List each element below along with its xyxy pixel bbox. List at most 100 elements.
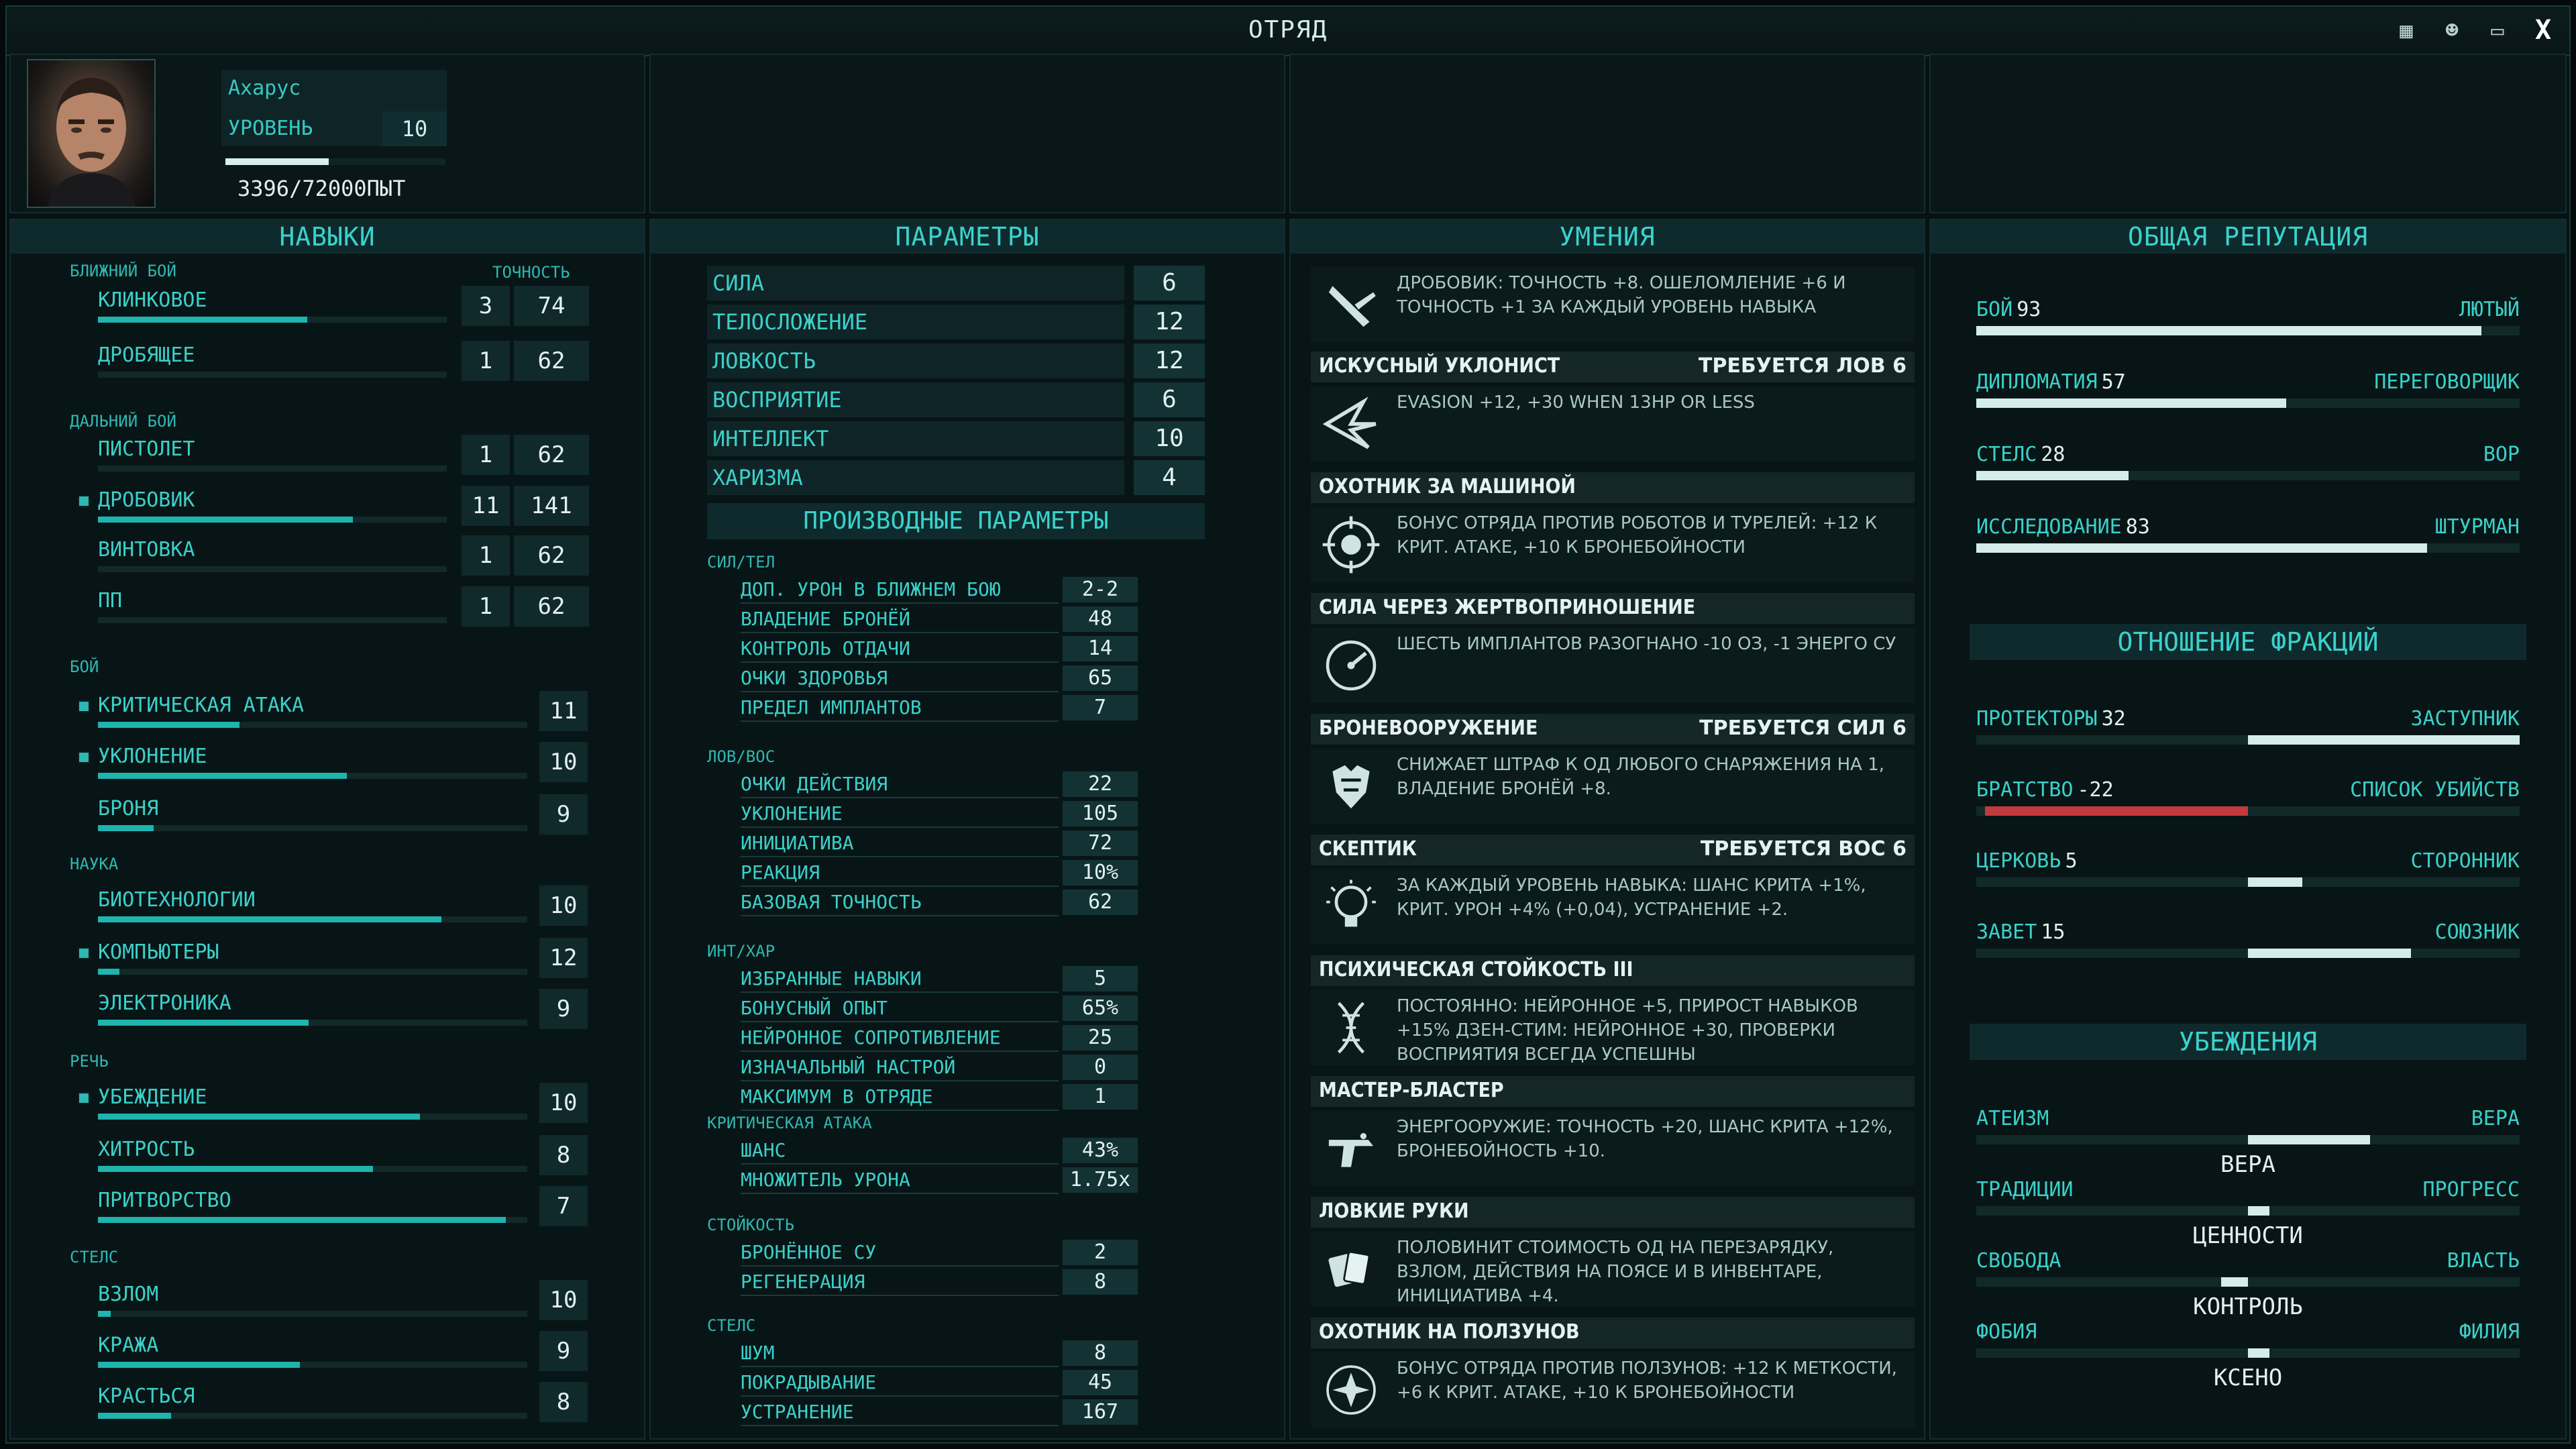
derived-value: 8 <box>1063 1340 1138 1366</box>
derived-row[interactable]: ВЛАДЕНИЕ БРОНЁЙ 48 <box>741 606 1138 633</box>
reputation-rank: ПЕРЕГОВОРЩИК <box>2374 370 2520 394</box>
ability-body: ШЕСТЬ ИМПЛАНТОВ РАЗОГНАНО -10 ОЗ, -1 ЭНЕ… <box>1311 628 1915 703</box>
faction-row[interactable]: ЗАВЕТ 15 СОЮЗНИК <box>1976 920 2520 961</box>
skill-progress-bar <box>98 372 447 378</box>
monitor-icon[interactable]: ▭ <box>2483 16 2512 44</box>
empty-slot-3[interactable] <box>1289 54 1925 213</box>
faction-row[interactable]: ЦЕРКОВЬ 5 СТОРОННИК <box>1976 849 2520 890</box>
skill-row[interactable]: КРАСТЬСЯ 8 <box>11 1382 644 1429</box>
belief-center: ЦЕННОСТИ <box>2193 1222 2303 1249</box>
skill-row[interactable]: ПИСТОЛЕТ 1 62 <box>11 435 644 482</box>
reputation-row[interactable]: СТЕЛС 28 ВОР <box>1976 443 2520 483</box>
empty-slot-2[interactable] <box>649 54 1285 213</box>
skill-name: КРАСТЬСЯ <box>98 1385 195 1408</box>
ability-card[interactable]: БРОНЕВООРУЖЕНИЕ ТРЕБУЕТСЯ СИЛ 6 СНИЖАЕТ ШТ… <box>1311 714 1915 828</box>
skill-row[interactable]: ВЗЛОМ 10 <box>11 1280 644 1327</box>
param-row[interactable]: ЛОВКОСТЬ 12 <box>707 343 1205 378</box>
derived-row[interactable]: РЕАКЦИЯ 10% <box>741 860 1138 887</box>
skill-row[interactable]: ДРОБОВИК 11 141 <box>11 486 644 533</box>
reputation-row[interactable]: БОЙ 93 ЛЮТЫЙ <box>1976 298 2520 338</box>
belief-bar <box>1976 1135 2520 1144</box>
skill-row[interactable]: КОМПЬЮТЕРЫ 12 <box>11 938 644 985</box>
skull-icon[interactable]: ☻ <box>2438 16 2466 44</box>
skill-row[interactable]: ПП 1 62 <box>11 586 644 633</box>
derived-row[interactable]: УКЛОНЕНИЕ 105 <box>741 801 1138 828</box>
ability-card[interactable]: ЛОВКИЕ РУКИ ПОЛОВИНИТ СТОИМОСТЬ ОД НА ПЕР… <box>1311 1197 1915 1311</box>
skill-row[interactable]: УКЛОНЕНИЕ 10 <box>11 742 644 789</box>
ability-card[interactable]: СИЛА ЧЕРЕЗ ЖЕРТВОПРИНОШЕНИЕ ШЕСТЬ ИМПЛАНТ… <box>1311 593 1915 707</box>
derived-row[interactable]: ПРЕДЕЛ ИМПЛАНТОВ 7 <box>741 695 1138 722</box>
derived-name: ИЗБРАННЫЕ НАВЫКИ <box>741 966 1059 993</box>
calendar-icon[interactable]: ▦ <box>2392 16 2420 44</box>
skill-progress-fill <box>98 773 347 779</box>
skill-row[interactable]: КРАЖА 9 <box>11 1331 644 1378</box>
skill-row[interactable]: УБЕЖДЕНИЕ 10 <box>11 1083 644 1130</box>
skill-progress-fill <box>98 722 240 728</box>
derived-row[interactable]: РЕГЕНЕРАЦИЯ 8 <box>741 1269 1138 1296</box>
skill-level: 10 <box>539 1083 588 1123</box>
ability-card[interactable]: ДРОБОВИК: ТОЧНОСТЬ +8. ОШЕЛОМЛЕНИЕ +6 И … <box>1311 267 1915 342</box>
skill-row[interactable]: БРОНЯ 9 <box>11 794 644 841</box>
close-icon[interactable]: X <box>2529 15 2557 46</box>
derived-row[interactable]: ПОКРАДЫВАНИЕ 45 <box>741 1370 1138 1397</box>
derived-row[interactable]: ДОП. УРОН В БЛИЖНЕМ БОЮ 2-2 <box>741 577 1138 604</box>
ability-body: БОНУС ОТРЯДА ПРОТИВ РОБОТОВ И ТУРЕЛЕЙ: +… <box>1311 507 1915 582</box>
belief-indicator <box>2248 1135 2371 1144</box>
faction-rank: СПИСОК УБИЙСТВ <box>2350 778 2520 802</box>
derived-row[interactable]: БРОНЁННОЕ СУ 2 <box>741 1240 1138 1267</box>
faction-bar <box>1976 949 2520 958</box>
faction-row[interactable]: БРАТСТВО -22 СПИСОК УБИЙСТВ <box>1976 778 2520 818</box>
empty-slot-4[interactable] <box>1929 54 2567 213</box>
skill-row[interactable]: ДРОБЯЩЕЕ 1 62 <box>11 341 644 388</box>
derived-row[interactable]: БОНУСНЫЙ ОПЫТ 65% <box>741 996 1138 1022</box>
ability-card[interactable]: ПСИХИЧЕСКАЯ СТОЙКОСТЬ III ПОСТОЯННО: НЕЙР… <box>1311 955 1915 1069</box>
skill-row[interactable]: ХИТРОСТЬ 8 <box>11 1135 644 1182</box>
skill-group-stealth: СТЕЛС <box>70 1248 119 1267</box>
belief-row[interactable]: ТРАДИЦИИ ПРОГРЕСС ЦЕННОСТИ <box>1976 1178 2520 1249</box>
belief-row[interactable]: ФОБИЯ ФИЛИЯ КСЕНО <box>1976 1320 2520 1391</box>
param-row[interactable]: ХАРИЗМА 4 <box>707 460 1205 495</box>
skill-row[interactable]: ВИНТОВКА 1 62 <box>11 535 644 582</box>
ability-card[interactable]: ИСКУСНЫЙ УКЛОНИСТ ТРЕБУЕТСЯ ЛОВ 6 EVASION … <box>1311 352 1915 466</box>
faction-bar-fill <box>2248 735 2520 745</box>
reputation-row[interactable]: ДИПЛОМАТИЯ 57 ПЕРЕГОВОРЩИК <box>1976 370 2520 411</box>
derived-row[interactable]: МНОЖИТЕЛЬ УРОНА 1.75x <box>741 1167 1138 1194</box>
param-row[interactable]: ТЕЛОСЛОЖЕНИЕ 12 <box>707 305 1205 339</box>
ability-card[interactable]: ОХОТНИК НА ПОЛЗУНОВ БОНУС ОТРЯДА ПРОТИВ П… <box>1311 1318 1915 1432</box>
skill-level: 1 <box>462 341 510 381</box>
derived-row[interactable]: ШАНС 43% <box>741 1138 1138 1165</box>
skill-row[interactable]: ЭЛЕКТРОНИКА 9 <box>11 989 644 1036</box>
ability-card[interactable]: МАСТЕР-БЛАСТЕР ЭНЕРГООРУЖИЕ: ТОЧНОСТЬ +20… <box>1311 1076 1915 1190</box>
belief-row[interactable]: АТЕИЗМ ВЕРА ВЕРА <box>1976 1107 2520 1178</box>
reputation-row[interactable]: ИССЛЕДОВАНИЕ 83 ШТУРМАН <box>1976 515 2520 555</box>
param-name: ТЕЛОСЛОЖЕНИЕ <box>707 305 1124 339</box>
derived-row[interactable]: УСТРАНЕНИЕ 167 <box>741 1399 1138 1426</box>
skill-row[interactable]: КРИТИЧЕСКАЯ АТАКА 11 <box>11 691 644 738</box>
ability-card[interactable]: ОХОТНИК ЗА МАШИНОЙ БОНУС ОТРЯДА ПРОТИВ РО… <box>1311 472 1915 586</box>
param-row[interactable]: ВОСПРИЯТИЕ 6 <box>707 382 1205 417</box>
skill-group-ranged: ДАЛЬНИЙ БОЙ <box>70 412 176 431</box>
derived-row[interactable]: ИНИЦИАТИВА 72 <box>741 830 1138 857</box>
derived-row[interactable]: ОЧКИ ДЕЙСТВИЯ 22 <box>741 771 1138 798</box>
skill-row[interactable]: КЛИНКОВОЕ 3 74 <box>11 286 644 333</box>
param-row[interactable]: СИЛА 6 <box>707 266 1205 301</box>
derived-row[interactable]: МАКСИМУМ В ОТРЯДЕ 1 <box>741 1084 1138 1111</box>
ability-body: ДРОБОВИК: ТОЧНОСТЬ +8. ОШЕЛОМЛЕНИЕ +6 И … <box>1311 267 1915 342</box>
derived-group-label: СИЛ/ТЕЛ <box>707 553 775 572</box>
faction-row[interactable]: ПРОТЕКТОРЫ 32 ЗАСТУПНИК <box>1976 707 2520 747</box>
derived-row[interactable]: НЕЙРОННОЕ СОПРОТИВЛЕНИЕ 25 <box>741 1025 1138 1052</box>
derived-row[interactable]: ИЗНАЧАЛЬНЫЙ НАСТРОЙ 0 <box>741 1055 1138 1081</box>
derived-row[interactable]: ШУМ 8 <box>741 1340 1138 1367</box>
derived-row[interactable]: БАЗОВАЯ ТОЧНОСТЬ 62 <box>741 890 1138 916</box>
skill-row[interactable]: БИОТЕХНОЛОГИИ 10 <box>11 885 644 932</box>
param-value: 6 <box>1134 266 1205 301</box>
param-row[interactable]: ИНТЕЛЛЕКТ 10 <box>707 421 1205 456</box>
derived-row[interactable]: КОНТРОЛЬ ОТДАЧИ 14 <box>741 636 1138 663</box>
ability-header: ПСИХИЧЕСКАЯ СТОЙКОСТЬ III <box>1311 955 1915 986</box>
ability-card[interactable]: СКЕПТИК ТРЕБУЕТСЯ ВОС 6 ЗА КАЖДЫЙ УРОВЕНЬ … <box>1311 835 1915 949</box>
belief-row[interactable]: СВОБОДА ВЛАСТЬ КОНТРОЛЬ <box>1976 1249 2520 1320</box>
derived-row[interactable]: ИЗБРАННЫЕ НАВЫКИ 5 <box>741 966 1138 993</box>
derived-row[interactable]: ОЧКИ ЗДОРОВЬЯ 65 <box>741 665 1138 692</box>
skill-row[interactable]: ПРИТВОРСТВО 7 <box>11 1186 644 1233</box>
character-portrait[interactable] <box>27 59 156 208</box>
